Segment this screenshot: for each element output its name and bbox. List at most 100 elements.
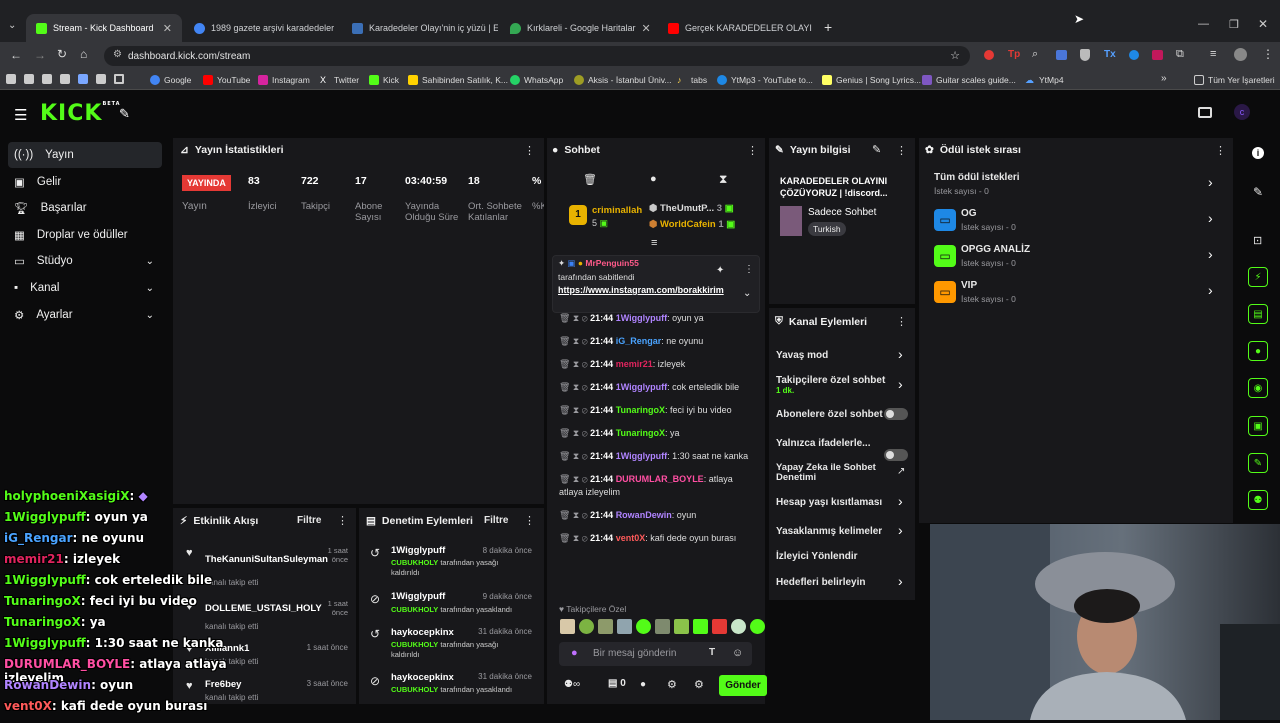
emote-icon[interactable]: [579, 619, 594, 634]
reward-all[interactable]: Tüm ödül istekleri: [934, 172, 1020, 183]
chat-message[interactable]: 🗑︎ ⧗ ⊘ 21:44 memir21: izleyek: [559, 358, 755, 371]
emote-icon[interactable]: [598, 619, 613, 634]
bookmark-instagram[interactable]: Instagram: [258, 73, 310, 87]
emote-icon[interactable]: [731, 619, 746, 634]
microphone-icon[interactable]: ●: [571, 647, 578, 659]
chevron-right-icon[interactable]: ›: [1208, 210, 1213, 226]
translate-icon[interactable]: T: [709, 647, 715, 658]
mod-target[interactable]: haykocepkinx: [391, 627, 454, 638]
moderation-filter-button[interactable]: Filtre: [484, 515, 508, 526]
chat-message[interactable]: 🗑︎ ⧗ ⊘ 21:44 iG_Rengar: ne oyunu: [559, 335, 755, 348]
chat-message[interactable]: 🗑︎ ⧗ ⊘ 21:44 1Wigglypuff: cok erteledik …: [559, 381, 755, 394]
more-icon[interactable]: ⋮: [1215, 144, 1226, 157]
reload-icon[interactable]: ↻: [57, 47, 67, 61]
chevron-right-icon[interactable]: ›: [1208, 246, 1213, 262]
sidebar-item-ayarlar[interactable]: ⚙ Ayarlar ⌄: [8, 302, 162, 328]
gear-icon[interactable]: ⚙: [667, 678, 677, 691]
user-avatar[interactable]: c: [1234, 104, 1250, 120]
bookmark-sahibinden[interactable]: Sahibinden Satılık, K...: [408, 73, 508, 87]
chevron-right-icon[interactable]: ›: [898, 346, 903, 362]
back-icon[interactable]: ←: [10, 48, 22, 62]
users-icon[interactable]: ⚉: [1248, 490, 1268, 510]
reward-opgg[interactable]: OPGG ANALİZ: [961, 244, 1030, 255]
close-icon[interactable]: ✕: [163, 22, 172, 35]
bookmark-app-icon[interactable]: [42, 74, 52, 84]
sidebar-item-gelir[interactable]: ▣ Gelir: [8, 169, 162, 195]
emote-icon[interactable]: [693, 619, 708, 634]
chat-message[interactable]: 🗑︎ ⧗ ⊘ 21:44 RowanDewin: oyun: [559, 509, 755, 522]
chat-message[interactable]: 🗑︎ ⧗ ⊘ 21:44 vent0X: kafi dede oyun bura…: [559, 532, 755, 545]
tab-youtube[interactable]: Gerçek KARADEDELER OLAYI - Y✕: [658, 14, 814, 42]
send-button[interactable]: Gönder: [719, 675, 767, 696]
url-bar[interactable]: ⚙ dashboard.kick.com/stream ☆: [104, 46, 970, 66]
tab-karadedeler[interactable]: Karadedeler Olayı'nin iç yüzü | E✕: [342, 14, 498, 42]
bookmark-app-icon[interactable]: [60, 74, 70, 84]
focus-icon[interactable]: ⊡: [1253, 234, 1262, 247]
gifter-name[interactable]: criminallah: [592, 205, 642, 216]
forward-icon[interactable]: →: [34, 48, 46, 62]
chest-icon[interactable]: ▣: [1248, 416, 1268, 436]
action-goals[interactable]: Hedefleri belirleyin: [776, 577, 865, 588]
extension-globe-icon[interactable]: [1129, 50, 1139, 60]
reward-og[interactable]: OG: [961, 208, 977, 219]
activity-filter-button[interactable]: Filtre: [297, 515, 321, 526]
more-icon[interactable]: ⋮: [524, 144, 535, 157]
pin-icon[interactable]: ✎: [119, 106, 130, 122]
trash-icon[interactable]: 🗑︎: [583, 173, 597, 186]
document-icon[interactable]: ▤: [1248, 304, 1268, 324]
bookmark-app-icon[interactable]: [24, 74, 34, 84]
gifter-row[interactable]: ⬢ WorldCafein 1 ▣: [649, 219, 735, 230]
action-slow-mode[interactable]: Yavaş mod: [776, 350, 828, 361]
emote-icon[interactable]: [636, 619, 651, 634]
action-ai-moderation[interactable]: Yapay Zeka ile Sohbet Denetimi: [776, 463, 886, 483]
emoji-icon[interactable]: ☺: [732, 647, 743, 659]
external-link-icon[interactable]: ↗: [897, 466, 905, 477]
bookmark-tabs[interactable]: ♪ tabs: [677, 73, 707, 87]
profile-avatar[interactable]: [1234, 48, 1247, 61]
bookmark-youtube[interactable]: YouTube: [203, 73, 250, 87]
chevron-right-icon[interactable]: ›: [1208, 174, 1213, 190]
chevron-right-icon[interactable]: ›: [898, 522, 903, 538]
hourglass-icon[interactable]: ⧗: [719, 172, 727, 187]
new-tab-icon[interactable]: +: [824, 19, 832, 35]
action-emotes-only[interactable]: Yalnızca ifadelerle...: [776, 438, 871, 449]
extension-adblock-icon[interactable]: [984, 50, 994, 60]
chat-message[interactable]: 🗑︎ ⧗ ⊘ 21:44 DURUMLAR_BOYLE: atlaya atla…: [559, 473, 755, 499]
bookmark-app-icon[interactable]: [78, 74, 88, 84]
extensions-puzzle-icon[interactable]: ⧉: [1176, 48, 1184, 61]
tab-search-icon[interactable]: ⌄: [8, 20, 16, 31]
more-icon[interactable]: ⋮: [747, 144, 758, 157]
more-icon[interactable]: ⋮: [744, 264, 754, 275]
more-icon[interactable]: ⋮: [524, 514, 535, 527]
chat-bubble-icon[interactable]: ●: [640, 679, 646, 690]
tab-maps[interactable]: Kırklareli - Google Haritalar ✕: [500, 14, 656, 42]
extension-tp-icon[interactable]: Tp: [1008, 49, 1020, 60]
chat-message[interactable]: 🗑︎ ⧗ ⊘ 21:44 1Wigglypuff: 1:30 saat ne k…: [559, 450, 755, 463]
chevron-right-icon[interactable]: ›: [898, 376, 903, 392]
sidebar-item-basarilar[interactable]: 🏆︎ Başarılar: [8, 195, 162, 221]
bookmark-app-icon[interactable]: [96, 74, 106, 84]
action-subs-only[interactable]: Abonelere özel sohbet: [776, 409, 883, 420]
mod-target[interactable]: 1Wigglypuff: [391, 545, 445, 556]
stream-tag[interactable]: Turkish: [808, 222, 846, 236]
bookmark-genius[interactable]: Genius | Song Lyrics...: [822, 73, 921, 87]
chat-bubble-icon[interactable]: ●: [1248, 341, 1268, 361]
more-icon[interactable]: ⋮: [896, 144, 907, 157]
chat-message[interactable]: 🗑︎ ⧗ ⊘ 21:44 1Wigglypuff: oyun ya: [559, 312, 755, 325]
chevron-right-icon[interactable]: ›: [898, 573, 903, 589]
bookmark-whatsapp[interactable]: WhatsApp: [510, 73, 563, 87]
subs-only-toggle[interactable]: [884, 408, 908, 420]
emote-icon[interactable]: [655, 619, 670, 634]
sidebar-item-studyo[interactable]: ▭ Stüdyo ⌄: [8, 248, 162, 274]
collapse-icon[interactable]: ≡: [651, 237, 657, 249]
close-icon[interactable]: ✕: [642, 22, 651, 35]
chevron-down-icon[interactable]: ⌄: [743, 288, 751, 299]
all-bookmarks[interactable]: Tüm Yer İşaretleri: [1194, 73, 1275, 87]
action-banned-words[interactable]: Yasaklanmış kelimeler: [776, 526, 882, 537]
media-icon[interactable]: ≡: [1210, 48, 1216, 60]
wrench-icon[interactable]: ✎: [1248, 453, 1268, 473]
more-bookmarks-icon[interactable]: »: [1161, 73, 1167, 84]
edit-icon[interactable]: ✎: [872, 143, 881, 156]
emote-icon[interactable]: [560, 619, 575, 634]
extension-tx-icon[interactable]: Tx: [1104, 49, 1116, 60]
